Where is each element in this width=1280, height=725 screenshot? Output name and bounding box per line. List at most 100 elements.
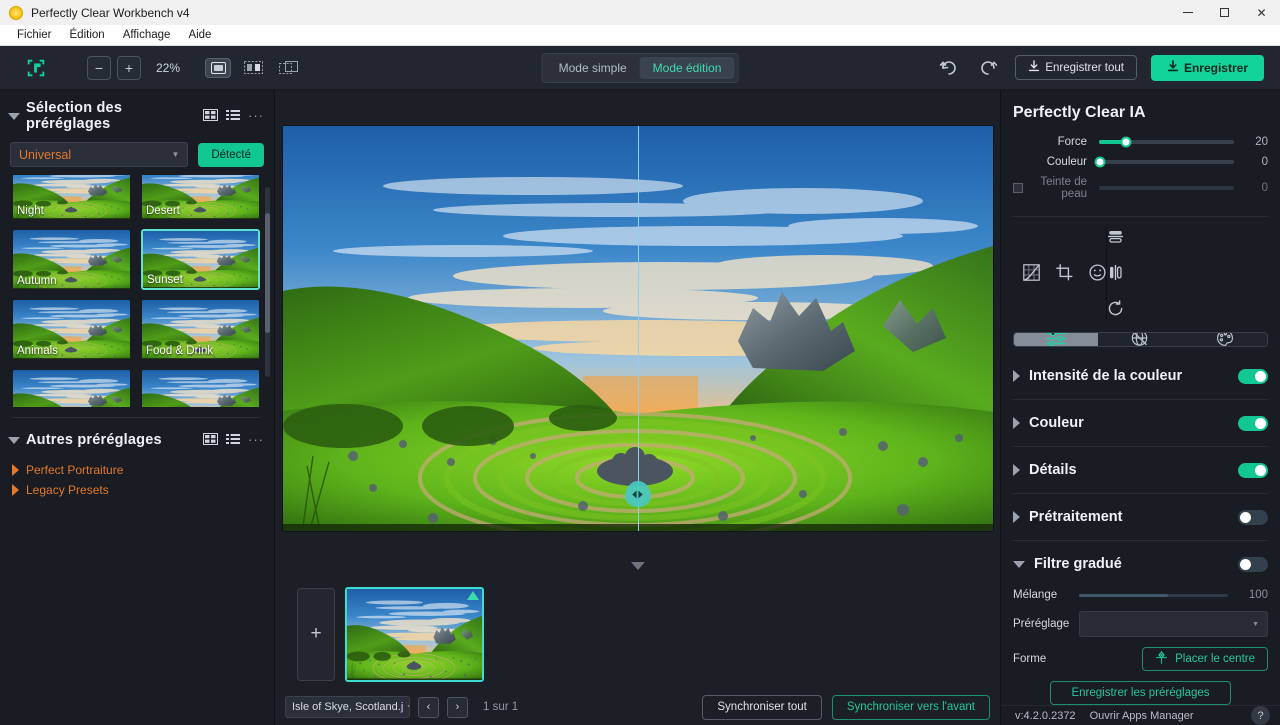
presets-grid: Night Desert Autumn Sunset	[12, 175, 260, 407]
preset-thumb-sunset[interactable]: Sunset	[141, 229, 260, 290]
menu-edition[interactable]: Édition	[61, 27, 114, 43]
undo-icon[interactable]	[935, 55, 961, 81]
curves-icon[interactable]	[1023, 264, 1040, 284]
tab-color-palette[interactable]	[1183, 333, 1267, 346]
section-header[interactable]: Filtre gradué	[1013, 541, 1268, 587]
flip-vertical-icon[interactable]	[1107, 228, 1280, 248]
view-split-icon[interactable]	[240, 58, 266, 78]
filmstrip-thumbnail[interactable]	[345, 587, 484, 682]
gradient-filter-body: Mélange 100 Préréglage ▼ For	[1013, 587, 1268, 705]
tab-adjustments[interactable]	[1014, 333, 1098, 346]
menu-fichier[interactable]: Fichier	[8, 27, 61, 43]
gradient-preset-select[interactable]: ▼	[1079, 611, 1268, 637]
preset-category-row: Universal ▼ Détecté	[0, 138, 274, 175]
face-icon[interactable]	[1089, 264, 1106, 284]
section-header[interactable]: Couleur	[1013, 400, 1268, 446]
preset-thumb-night[interactable]: Night	[12, 175, 131, 220]
compare-split-handle-icon[interactable]	[625, 481, 651, 507]
gradient-blend-track[interactable]	[1079, 594, 1228, 597]
chevron-down-icon: ▼	[171, 150, 179, 159]
image-tools-row	[1001, 216, 1280, 326]
section-header[interactable]: Intensité de la couleur	[1013, 353, 1268, 399]
version-label: v:4.2.0.2372	[1015, 710, 1076, 722]
menu-affichage[interactable]: Affichage	[114, 27, 180, 43]
section-header[interactable]: Détails	[1013, 447, 1268, 493]
other-preset-perfect-portraiture[interactable]: Perfect Portraiture	[12, 460, 262, 480]
preset-thumb-flowers[interactable]: Flowers	[12, 369, 131, 407]
save-all-button[interactable]: Enregistrer tout	[1015, 55, 1137, 80]
slider-knob[interactable]	[1121, 137, 1132, 148]
sun-logo-icon	[9, 6, 23, 20]
other-preset-legacy-presets[interactable]: Legacy Presets	[12, 480, 262, 500]
more-options-icon[interactable]: ···	[248, 112, 264, 120]
collapse-caret-icon[interactable]	[8, 113, 20, 120]
preview-image-container[interactable]	[283, 126, 993, 531]
mode-edition-button[interactable]: Mode édition	[640, 57, 735, 79]
more-options-icon[interactable]: ···	[248, 436, 264, 444]
preset-category-select[interactable]: Universal ▼	[10, 142, 188, 167]
maximize-icon[interactable]	[1206, 0, 1243, 25]
section-toggle[interactable]	[1238, 416, 1268, 431]
zoom-out-button[interactable]: −	[87, 56, 111, 80]
list-view-icon[interactable]	[226, 433, 240, 448]
view-single-icon[interactable]	[205, 58, 231, 78]
expand-caret-icon	[12, 484, 19, 496]
section-toggle[interactable]	[1238, 463, 1268, 478]
section-toggle[interactable]	[1238, 510, 1268, 525]
tab-denoise[interactable]	[1098, 333, 1182, 346]
slider-teinte-de-peau[interactable]: Teinte de peau 0	[1001, 172, 1280, 204]
presets-scrollbar[interactable]	[265, 187, 270, 377]
image-canvas[interactable]	[275, 90, 1000, 553]
next-image-button[interactable]: ›	[447, 697, 468, 718]
close-icon[interactable]: ✕	[1243, 0, 1280, 25]
presets-view-options: ···	[203, 109, 264, 124]
file-name-select[interactable]: Isle of Skye, Scotland.j ▼	[285, 696, 410, 718]
mode-simple-button[interactable]: Mode simple	[546, 57, 640, 79]
adjustments-sliders-icon	[1046, 332, 1067, 347]
prev-image-button[interactable]: ‹	[418, 697, 439, 718]
download-icon	[1028, 60, 1040, 75]
slider-couleur[interactable]: Couleur 0	[1001, 152, 1280, 172]
preset-label: Food & Drink	[146, 345, 213, 357]
crop-icon[interactable]	[1056, 264, 1073, 284]
section-toggle[interactable]	[1238, 557, 1268, 572]
help-icon[interactable]: ?	[1251, 706, 1270, 725]
slider-force[interactable]: Force 20	[1001, 132, 1280, 152]
sync-all-button[interactable]: Synchroniser tout	[702, 695, 822, 720]
apps-manager-link[interactable]: Ouvrir Apps Manager	[1090, 710, 1194, 722]
flip-horizontal-icon[interactable]	[1107, 264, 1280, 284]
preset-thumb-desert[interactable]: Desert	[141, 175, 260, 220]
section-header[interactable]: Prétraitement	[1013, 494, 1268, 540]
minimize-icon[interactable]	[1169, 0, 1206, 25]
view-compare-icon[interactable]	[275, 58, 301, 78]
filmstrip-collapse-row	[275, 553, 1000, 579]
slider-track[interactable]	[1099, 140, 1234, 144]
app-logo-icon[interactable]	[25, 57, 47, 79]
section-toggle[interactable]	[1238, 369, 1268, 384]
redo-icon[interactable]	[975, 55, 1001, 81]
slider-track[interactable]	[1099, 160, 1234, 164]
place-center-label: Placer le centre	[1175, 653, 1255, 665]
zoom-in-button[interactable]: +	[117, 56, 141, 80]
add-image-button[interactable]: +	[297, 588, 335, 681]
menu-aide[interactable]: Aide	[179, 27, 220, 43]
other-presets-view-options: ···	[203, 433, 264, 448]
place-center-button[interactable]: Placer le centre	[1142, 647, 1268, 671]
preset-thumb-autumn[interactable]: Autumn	[12, 229, 131, 290]
save-button[interactable]: Enregistrer	[1151, 55, 1264, 81]
slider-knob[interactable]	[1095, 157, 1106, 168]
preset-thumb-underwater[interactable]: Underwater	[141, 369, 260, 407]
preset-thumb-food-drink[interactable]: Food & Drink	[141, 299, 260, 360]
presets-scroll-area[interactable]: Night Desert Autumn Sunset	[0, 175, 274, 407]
save-presets-button[interactable]: Enregistrer les préréglages	[1050, 681, 1230, 705]
teinte-de-peau-checkbox[interactable]	[1013, 183, 1023, 193]
chevron-down-icon[interactable]	[631, 562, 645, 570]
rotate-icon[interactable]	[1107, 300, 1280, 320]
list-view-icon[interactable]	[226, 109, 240, 124]
preset-thumb-animals[interactable]: Animals	[12, 299, 131, 360]
detect-button[interactable]: Détecté	[198, 143, 264, 167]
sync-forward-button[interactable]: Synchroniser vers l'avant	[832, 695, 990, 720]
collapse-caret-icon[interactable]	[8, 437, 20, 444]
grid-view-icon[interactable]	[203, 433, 218, 448]
grid-view-icon[interactable]	[203, 109, 218, 124]
